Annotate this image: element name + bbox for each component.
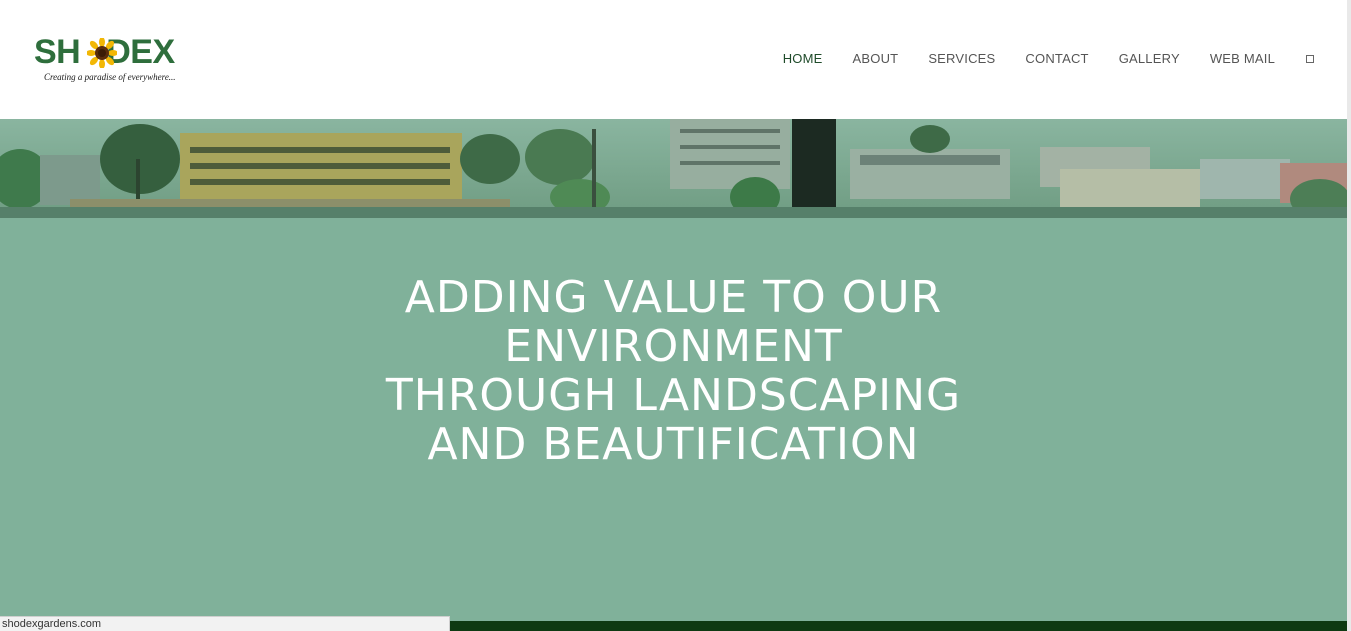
nav-gallery[interactable]: GALLERY [1119,50,1180,68]
nav-home[interactable]: HOME [783,50,823,68]
page: SH DEX Creating a paradise of everywhere.… [0,0,1351,631]
hero-title: ADDING VALUE TO OUR ENVIRONMENT THROUGH … [0,273,1347,469]
page-scrollbar[interactable] [1347,0,1351,631]
sunflower-icon [87,38,117,68]
nav-web-mail[interactable]: WEB MAIL [1210,50,1275,68]
nav-contact[interactable]: CONTACT [1025,50,1088,68]
city-banner-image [0,119,1347,218]
hero-title-line: THROUGH LANDSCAPING [385,370,962,422]
hero-section: ADDING VALUE TO OUR ENVIRONMENT THROUGH … [0,218,1347,621]
hero-title-line: AND BEAUTIFICATION [427,419,920,471]
search-icon[interactable] [1306,55,1314,63]
hero-title-line: ENVIRONMENT [504,321,843,373]
browser-status-url: shodexgardens.com [0,616,450,631]
logo-tagline: Creating a paradise of everywhere... [44,72,176,82]
hero-title-line: ADDING VALUE TO OUR [404,272,943,324]
nav-services[interactable]: SERVICES [928,50,995,68]
site-header: SH DEX Creating a paradise of everywhere.… [0,0,1347,119]
city-skyline-image [0,119,1347,218]
site-logo[interactable]: SH DEX Creating a paradise of everywhere.… [34,34,204,90]
main-nav: HOME ABOUT SERVICES CONTACT GALLERY WEB … [753,50,1314,68]
nav-about[interactable]: ABOUT [853,50,899,68]
logo-text-left: SH [34,33,81,71]
